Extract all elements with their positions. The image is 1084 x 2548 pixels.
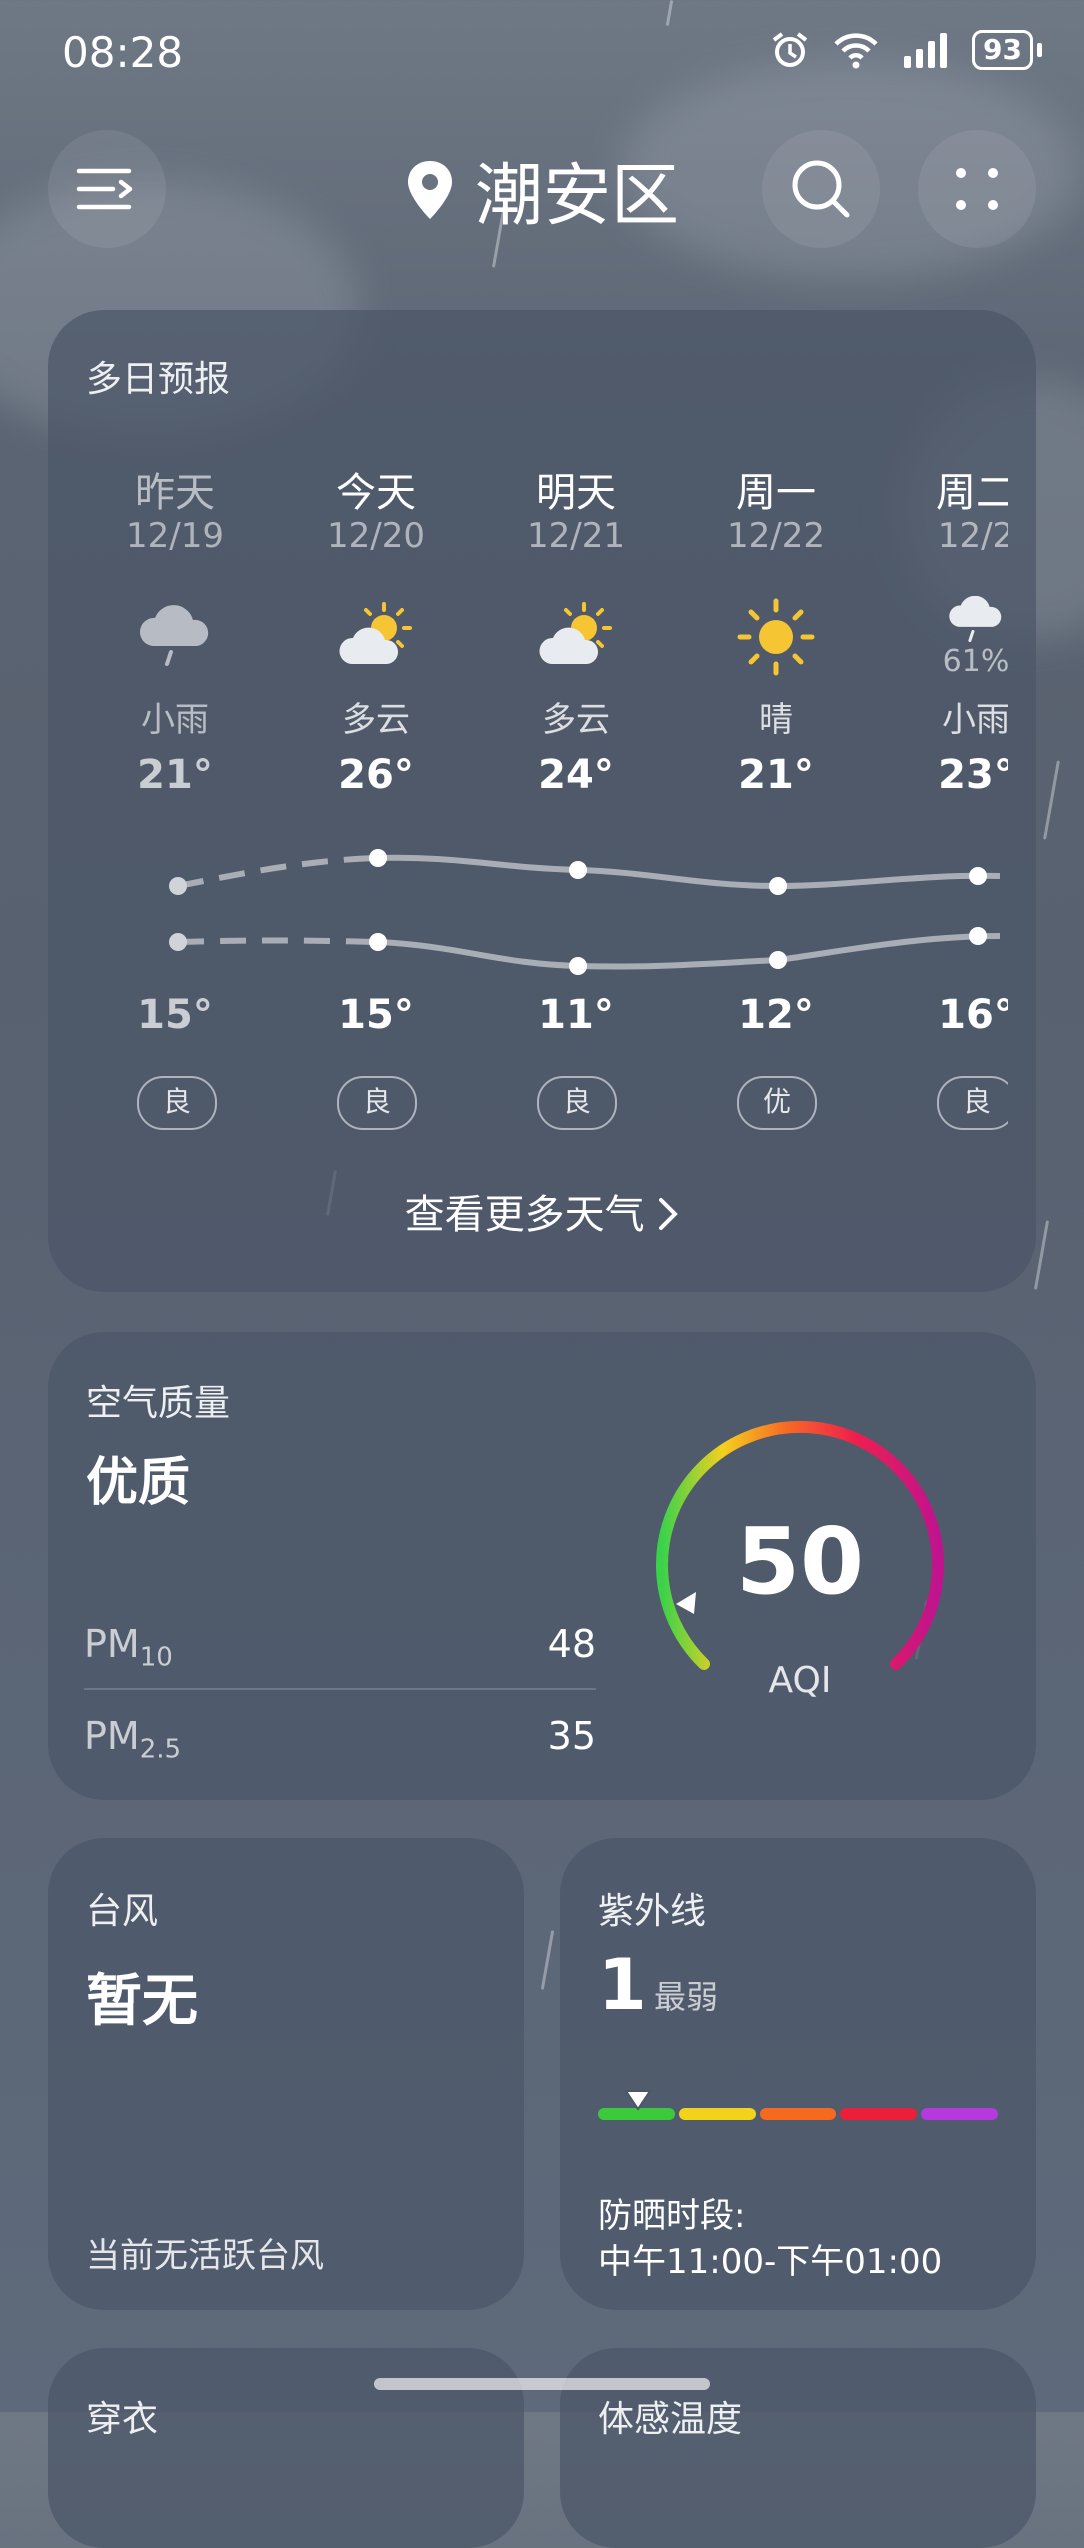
status-time: 08:28	[62, 28, 184, 77]
aqi-badge: 良	[137, 1076, 217, 1130]
typhoon-status: 暂无	[86, 1969, 198, 2034]
uv-scale-segment	[921, 2108, 998, 2120]
aqi-label: AQI	[768, 1660, 832, 1701]
uv-scale-segment	[840, 2108, 918, 2120]
aqi-badge: 良	[937, 1076, 1008, 1130]
forecast-low-0: 15°	[137, 992, 213, 1038]
forecast-title: 多日预报	[86, 359, 231, 400]
forecast-scroll[interactable]: 昨天 12/19 小雨 21° 今天 12/20 多云 26° 明天 12/21…	[48, 430, 1008, 1150]
typhoon-title: 台风	[86, 1891, 159, 1932]
forecast-low-3: 12°	[738, 992, 814, 1038]
uv-marker-icon	[624, 2090, 652, 2111]
typhoon-note: 当前无活跃台风	[86, 2236, 324, 2276]
feels-like-title: 体感温度	[598, 2399, 743, 2440]
home-indicator[interactable]	[374, 2378, 710, 2390]
battery-icon: 93	[972, 30, 1042, 70]
aqi-badge: 优	[737, 1076, 817, 1130]
aqi-gauge-marker	[676, 1592, 696, 1614]
aqi-badge: 良	[537, 1076, 617, 1130]
pm25-value: 35	[547, 1714, 596, 1758]
battery-level: 93	[972, 30, 1033, 70]
uv-protection-label: 防晒时段:	[598, 2196, 746, 2236]
search-icon	[792, 160, 850, 218]
forecast-low-2: 11°	[538, 992, 614, 1038]
air-quality-title: 空气质量	[86, 1383, 231, 1424]
uv-level: 最弱	[654, 1978, 719, 2016]
forecast-low-1: 15°	[338, 992, 414, 1038]
more-weather-link[interactable]: 查看更多天气	[0, 1182, 1084, 1240]
aqi-badge: 良	[337, 1076, 417, 1130]
uv-title: 紫外线	[598, 1891, 707, 1932]
temperature-curve	[169, 849, 1001, 975]
uv-protection-time: 中午11:00-下午01:00	[598, 2242, 943, 2282]
clothing-title: 穿衣	[86, 2399, 159, 2440]
location-pin-icon	[407, 160, 452, 219]
signal-icon	[904, 33, 948, 68]
chevron-right-icon	[659, 1198, 679, 1230]
location-name: 潮安区	[474, 157, 679, 236]
more-icon	[956, 168, 998, 210]
divider	[84, 1688, 596, 1690]
more-button[interactable]	[918, 130, 1036, 248]
status-bar: 08:28 93	[0, 0, 1084, 110]
uv-scale-segment	[678, 2108, 756, 2120]
pm10-row: PM10 48	[84, 1622, 596, 1673]
uv-scale-segment	[759, 2108, 837, 2120]
pm25-row: PM2.5 35	[84, 1714, 596, 1765]
uv-index: 1	[598, 1944, 647, 2026]
alarm-icon	[772, 32, 808, 67]
search-button[interactable]	[762, 130, 880, 248]
aqi-value: 50	[735, 1508, 865, 1615]
wifi-icon	[834, 33, 878, 69]
pm10-value: 48	[547, 1622, 596, 1666]
forecast-low-4: 16°	[938, 992, 1008, 1038]
uv-scale-bar	[598, 2108, 998, 2120]
air-quality-level: 优质	[86, 1453, 191, 1513]
